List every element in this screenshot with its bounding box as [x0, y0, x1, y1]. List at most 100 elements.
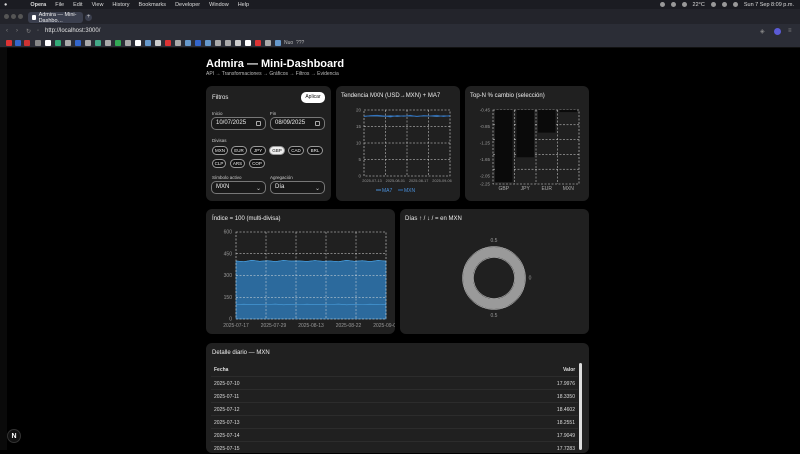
y-tick-label: -0.85: [480, 124, 491, 129]
menu-history[interactable]: History: [112, 2, 129, 8]
x-tick-label: 2025-08-22: [336, 323, 362, 329]
aggregation-select[interactable]: Día ⌄: [270, 181, 325, 194]
window-zoom-button[interactable]: [18, 14, 23, 19]
menu-file[interactable]: File: [55, 2, 64, 8]
y-tick-label: 10: [356, 141, 362, 146]
extensions-icon[interactable]: ◈: [760, 28, 765, 35]
table-row: 2025-07-1318.2551: [211, 415, 578, 428]
y-tick-label: 5: [358, 157, 361, 162]
wifi-icon[interactable]: [722, 2, 727, 7]
bookmark-icon[interactable]: [55, 40, 61, 46]
bookmark-icon[interactable]: [165, 40, 171, 46]
weather-icon[interactable]: [682, 2, 687, 7]
bookmark-icon[interactable]: [6, 40, 12, 46]
y-tick-label: 0: [229, 317, 232, 323]
window-close-button[interactable]: [4, 14, 9, 19]
bookmark-icon[interactable]: [175, 40, 181, 46]
menu-bookmarks[interactable]: Bookmarks: [139, 2, 167, 8]
bookmark-icon[interactable]: [15, 40, 21, 46]
table-row: 2025-07-1118.3350: [211, 389, 578, 402]
bookmark-icon[interactable]: [255, 40, 261, 46]
bookmark-icon[interactable]: [275, 40, 281, 46]
calendar-icon[interactable]: [256, 121, 261, 126]
bar: [538, 110, 556, 133]
bookmark-icon[interactable]: [265, 40, 271, 46]
apply-button[interactable]: Aplicar: [301, 92, 325, 103]
bookmark-icon[interactable]: [185, 40, 191, 46]
menu-window[interactable]: Window: [209, 2, 229, 8]
end-date-input[interactable]: 08/09/2025: [270, 117, 325, 130]
x-tick-label: 2025-07-17: [223, 323, 249, 329]
currency-chip-cad[interactable]: CAD: [288, 146, 304, 155]
calendar-icon[interactable]: [315, 121, 320, 126]
donut-outline: [474, 258, 515, 299]
bookmark-icon[interactable]: [95, 40, 101, 46]
axis-label: 0.5: [491, 238, 498, 244]
bookmark-icon[interactable]: [155, 40, 161, 46]
bookmark-label[interactable]: Nuo ???: [284, 40, 304, 46]
tab-active[interactable]: Admira — Mini-Dashbo…: [28, 12, 83, 23]
days-chart: 0.500.5: [400, 224, 589, 332]
back-icon[interactable]: ‹: [6, 28, 8, 34]
topn-chart: -0.45-0.85-1.25-1.65-2.05-2.25GBPJPYEURM…: [465, 100, 589, 200]
nextjs-badge[interactable]: N: [7, 429, 21, 443]
bookmark-icon[interactable]: [65, 40, 71, 46]
currency-chip-ars[interactable]: ARS: [230, 159, 245, 168]
trend-chart: 051015202025-07-132025-08-012025-08-1720…: [336, 100, 460, 200]
window-minimize-button[interactable]: [11, 14, 16, 19]
y-tick-label: -2.25: [480, 182, 491, 187]
table-row: 2025-07-1417.9049: [211, 428, 578, 441]
bookmark-icon[interactable]: [145, 40, 151, 46]
bookmark-icon[interactable]: [235, 40, 241, 46]
bookmark-icon[interactable]: [105, 40, 111, 46]
forward-icon[interactable]: ›: [16, 28, 18, 34]
menu-help[interactable]: Help: [238, 2, 249, 8]
currency-chip-jpy[interactable]: JPY: [250, 146, 266, 155]
bookmark-icon[interactable]: [45, 40, 51, 46]
battery-icon[interactable]: [711, 2, 716, 7]
bookmark-icon[interactable]: [35, 40, 41, 46]
start-date-input[interactable]: 10/07/2025: [211, 117, 266, 130]
currency-chip-gbp[interactable]: GBP: [269, 146, 285, 155]
menu-developer[interactable]: Developer: [175, 2, 200, 8]
bookmark-icon[interactable]: [85, 40, 91, 46]
aggregation-label: Agregación: [270, 175, 293, 180]
menu-view[interactable]: View: [92, 2, 104, 8]
axis-label: 0.5: [491, 313, 498, 319]
currency-chip-cop[interactable]: COP: [249, 159, 265, 168]
y-tick-label: 600: [224, 230, 233, 236]
profile-avatar[interactable]: [774, 28, 781, 35]
bar: [495, 110, 513, 182]
bookmark-icon[interactable]: [135, 40, 141, 46]
bookmark-icon[interactable]: [195, 40, 201, 46]
status-icon[interactable]: [660, 2, 665, 7]
apple-icon[interactable]: ●: [4, 2, 7, 8]
bookmark-icon[interactable]: [115, 40, 121, 46]
currency-chip-mxn[interactable]: MXN: [212, 146, 228, 155]
bookmark-icon[interactable]: [24, 40, 30, 46]
status-icon[interactable]: [671, 2, 676, 7]
url-field[interactable]: http://localhost:3000/: [45, 27, 695, 36]
table-scrollbar[interactable]: [579, 363, 582, 450]
clock[interactable]: Sun 7 Sep 8:09 p.m.: [744, 2, 794, 8]
bookmark-icon[interactable]: [75, 40, 81, 46]
reload-icon[interactable]: ↻: [26, 28, 31, 35]
bar: [560, 110, 578, 112]
donut-slice: [468, 252, 520, 304]
menu-icon[interactable]: ≡: [788, 28, 792, 34]
chevron-down-icon: ⌄: [256, 184, 261, 195]
currency-chip-brl[interactable]: BRL: [307, 146, 323, 155]
menu-edit[interactable]: Edit: [73, 2, 82, 8]
menu-app-name[interactable]: Opera: [30, 2, 46, 8]
bookmark-icon[interactable]: [205, 40, 211, 46]
currency-chip-clp[interactable]: CLP: [212, 159, 226, 168]
currency-chip-eur[interactable]: EUR: [231, 146, 247, 155]
series-line: [236, 304, 386, 305]
bookmark-icon[interactable]: [245, 40, 251, 46]
bookmark-icon[interactable]: [125, 40, 131, 46]
bookmark-icon[interactable]: [215, 40, 221, 46]
control-center-icon[interactable]: [733, 2, 738, 7]
active-symbol-select[interactable]: MXN ⌄: [211, 181, 266, 194]
new-tab-button[interactable]: +: [85, 14, 92, 21]
bookmark-icon[interactable]: [225, 40, 231, 46]
